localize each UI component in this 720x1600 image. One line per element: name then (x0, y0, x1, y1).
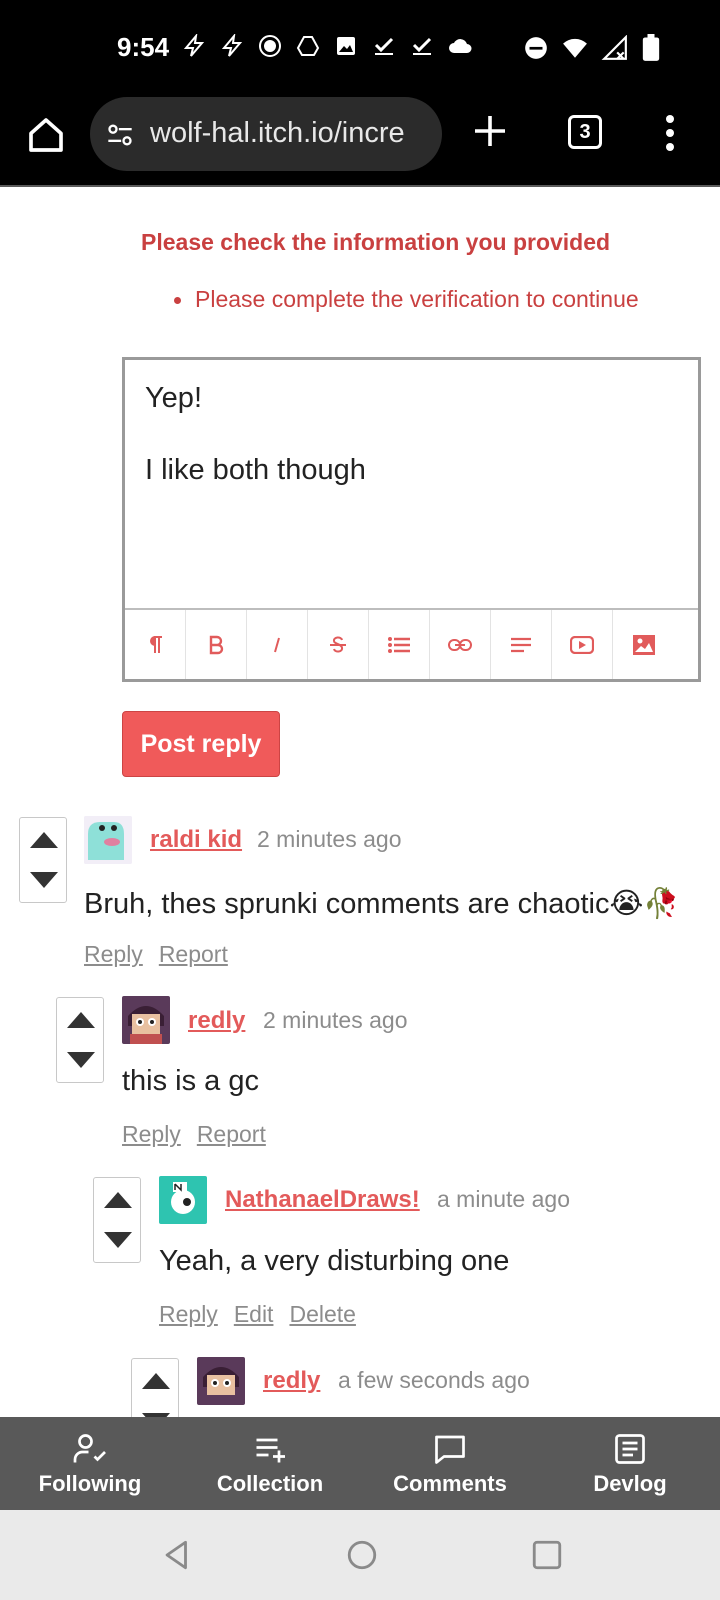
no-signal-icon (601, 34, 629, 66)
comment-icon (432, 1431, 468, 1467)
video-icon[interactable] (552, 610, 613, 679)
avatar[interactable] (197, 1357, 245, 1405)
italic-icon[interactable] (247, 610, 308, 679)
user-check-icon (72, 1431, 108, 1467)
delete-link[interactable]: Delete (289, 1301, 355, 1327)
playlist-add-icon (252, 1431, 288, 1467)
system-icons (523, 34, 661, 67)
vote-box (19, 817, 67, 903)
more-menu-icon[interactable] (664, 113, 676, 153)
comment-actions: Reply Report (84, 941, 244, 968)
page-content: Please check the information you provide… (0, 189, 720, 1417)
flash-icon (182, 32, 206, 58)
flash-icon (220, 32, 244, 58)
tab-switcher-button[interactable]: 3 (568, 115, 602, 149)
align-icon[interactable] (491, 610, 552, 679)
comment-time: 2 minutes ago (263, 1007, 408, 1033)
nav-label: Devlog (593, 1471, 667, 1496)
comment-time: a minute ago (437, 1186, 570, 1212)
browser-toolbar: wolf-hal.itch.io/incre 3 (0, 95, 720, 187)
comment-username[interactable]: redly (188, 1007, 245, 1035)
link-icon[interactable] (430, 610, 491, 679)
report-link[interactable]: Report (159, 941, 228, 967)
recents-icon[interactable] (530, 1538, 564, 1572)
url-text[interactable]: wolf-hal.itch.io/incre (150, 117, 430, 150)
notification-icons (182, 32, 472, 58)
nav-following[interactable]: Following (0, 1417, 180, 1510)
avatar[interactable] (122, 996, 170, 1044)
comment-time: 2 minutes ago (257, 826, 402, 852)
downvote-icon[interactable] (104, 1232, 132, 1248)
editor-toolbar (125, 608, 698, 679)
editor-line: Yep! (145, 382, 202, 414)
editor-text-area[interactable]: Yep! I like both though (125, 360, 698, 544)
comment-time: a few seconds ago (338, 1367, 530, 1393)
nav-label: Following (38, 1471, 142, 1496)
comment-username[interactable]: NathanaelDraws! (225, 1186, 420, 1214)
drive-icon (296, 34, 320, 58)
strikethrough-icon[interactable] (308, 610, 369, 679)
system-navigation-bar (0, 1510, 720, 1600)
paragraph-icon[interactable] (125, 610, 186, 679)
vote-box (131, 1358, 179, 1417)
avatar[interactable] (159, 1176, 207, 1224)
downvote-icon[interactable] (30, 872, 58, 888)
upvote-icon[interactable] (104, 1192, 132, 1208)
reply-link[interactable]: Reply (84, 941, 143, 967)
nav-comments[interactable]: Comments (360, 1417, 540, 1510)
bold-icon[interactable] (186, 610, 247, 679)
vote-box (93, 1177, 141, 1263)
vote-box (56, 997, 104, 1083)
address-bar[interactable]: wolf-hal.itch.io/incre (90, 97, 442, 171)
status-time: 9:54 (117, 32, 170, 62)
image-icon (334, 34, 358, 58)
error-title: Please check the information you provide… (141, 229, 611, 255)
comment-username[interactable]: raldi kid (150, 826, 242, 854)
comment-actions: Reply Edit Delete (159, 1301, 372, 1328)
avatar[interactable] (84, 816, 132, 864)
battery-icon (641, 34, 661, 67)
article-icon (612, 1431, 648, 1467)
image-insert-icon[interactable] (613, 610, 674, 679)
check-icon (372, 34, 396, 58)
comment-body: Yeah, a very disturbing one (159, 1245, 510, 1277)
status-bar: 9:54 (0, 0, 720, 95)
comment-body: this is a gc (122, 1065, 259, 1097)
edit-link[interactable]: Edit (234, 1301, 274, 1327)
wifi-icon (561, 35, 589, 66)
nav-label: Collection (216, 1471, 324, 1496)
reply-link[interactable]: Reply (122, 1121, 181, 1147)
check-icon (410, 34, 434, 58)
site-settings-icon[interactable] (106, 121, 134, 149)
comment-actions: Reply Report (122, 1121, 282, 1148)
report-link[interactable]: Report (197, 1121, 266, 1147)
reply-link[interactable]: Reply (159, 1301, 218, 1327)
post-reply-button[interactable]: Post reply (122, 711, 280, 777)
reply-editor[interactable]: Yep! I like both though (122, 357, 701, 682)
downvote-icon[interactable] (67, 1052, 95, 1068)
record-icon (258, 34, 282, 58)
nav-devlog[interactable]: Devlog (540, 1417, 720, 1510)
upvote-icon[interactable] (30, 832, 58, 848)
error-item: Please complete the verification to cont… (174, 286, 639, 312)
back-icon[interactable] (160, 1538, 194, 1572)
nav-label: Comments (393, 1471, 507, 1496)
upvote-icon[interactable] (142, 1373, 170, 1389)
cloud-icon (448, 34, 472, 58)
bottom-nav: Following Collection Comments Devlog (0, 1417, 720, 1510)
editor-line: I like both though (145, 454, 366, 486)
comment-body: Bruh, thes sprunki comments are chaotic😭… (84, 888, 680, 920)
comment-username[interactable]: redly (263, 1367, 320, 1395)
new-tab-icon[interactable] (472, 113, 508, 149)
dnd-icon (523, 35, 549, 66)
bulleted-list-icon[interactable] (369, 610, 430, 679)
home-icon[interactable] (26, 115, 66, 155)
home-button-icon[interactable] (345, 1538, 379, 1572)
upvote-icon[interactable] (67, 1012, 95, 1028)
nav-collection[interactable]: Collection (180, 1417, 360, 1510)
